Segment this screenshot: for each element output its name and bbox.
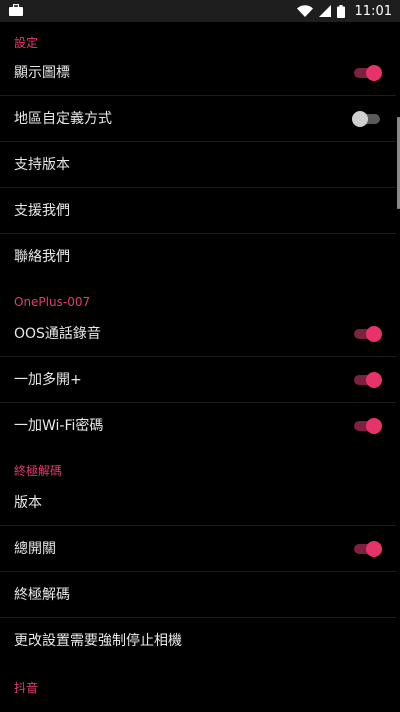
section-header-settings: 設定 (14, 36, 39, 50)
setting-label: 聯絡我們 (14, 249, 70, 265)
setting-row-contact-us[interactable]: 聯絡我們 (0, 234, 396, 280)
status-time: 11:01 (354, 3, 392, 19)
setting-label: 一加多開+ (14, 372, 82, 388)
briefcase-icon (9, 4, 23, 16)
setting-label: 一加Wi-Fi密碼 (14, 418, 104, 434)
section-header-ultimate-decode: 終極解碼 (14, 464, 63, 478)
setting-row-version[interactable]: 版本 (0, 480, 396, 526)
status-icons: 11:01 (296, 0, 392, 22)
setting-row-oneplus-multi-open[interactable]: 一加多開+ (0, 357, 396, 403)
master-switch-toggle[interactable] (352, 541, 382, 557)
setting-row-region-custom[interactable]: 地區自定義方式 (0, 96, 396, 142)
setting-label: 總開關 (14, 541, 56, 557)
setting-row-supported-version[interactable]: 支持版本 (0, 142, 396, 188)
oneplus-wifi-password-toggle[interactable] (352, 418, 382, 434)
show-icon-toggle[interactable] (352, 65, 382, 81)
setting-label: 支援我們 (14, 203, 70, 219)
battery-icon (336, 4, 345, 18)
setting-row-oos-call-recording[interactable]: OOS通話錄音 (0, 311, 396, 357)
section-header-oneplus: OnePlus-007 (14, 295, 91, 309)
setting-label: 地區自定義方式 (14, 111, 112, 127)
setting-row-master-switch[interactable]: 總開關 (0, 526, 396, 572)
section-header-douyin: 抖音 (14, 681, 39, 695)
setting-label: 終極解碼 (14, 587, 70, 603)
setting-label: 支持版本 (14, 157, 70, 173)
setting-row-force-stop-camera[interactable]: 更改設置需要強制停止相機 (0, 618, 396, 664)
status-bar: 11:01 (0, 0, 400, 22)
setting-row-support-us[interactable]: 支援我們 (0, 188, 396, 234)
setting-row-ultimate-decode[interactable]: 終極解碼 (0, 572, 396, 618)
setting-label: 顯示圖標 (14, 65, 70, 81)
oos-call-recording-toggle[interactable] (352, 326, 382, 342)
setting-row-oneplus-wifi-password[interactable]: 一加Wi-Fi密碼 (0, 403, 396, 449)
scrollbar[interactable] (396, 22, 400, 712)
setting-label: OOS通話錄音 (14, 326, 101, 342)
setting-label: 版本 (14, 495, 42, 511)
oneplus-multi-open-toggle[interactable] (352, 372, 382, 388)
region-custom-toggle[interactable] (352, 111, 382, 127)
setting-row-show-icon[interactable]: 顯示圖標 (0, 50, 396, 96)
signal-icon (318, 5, 331, 17)
setting-label: 更改設置需要強制停止相機 (14, 633, 182, 649)
wifi-icon (296, 5, 313, 17)
